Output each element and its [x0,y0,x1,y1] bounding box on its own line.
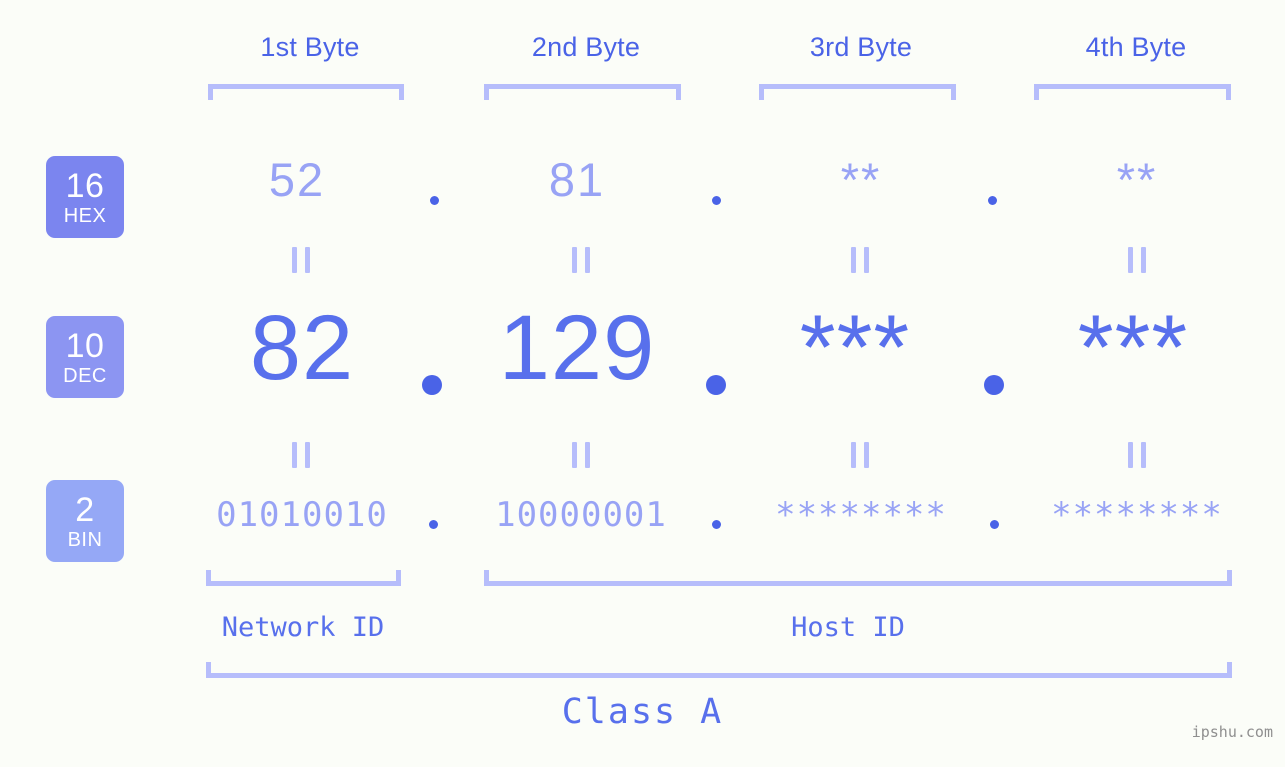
dec-separator-dot-3 [984,375,1004,395]
hex-separator-dot-3 [988,196,997,205]
equals-icon-hex-dec-2 [572,247,590,273]
dec-byte-3: *** [799,297,911,399]
host-id-bracket [484,570,1232,586]
network-id-label: Network ID [221,612,385,643]
bin-byte-3: ******** [775,495,947,535]
bin-byte-2: 10000001 [495,495,667,535]
byte-bracket-top-4 [1034,84,1231,100]
equals-icon-dec-bin-2 [572,442,590,468]
equals-icon-hex-dec-4 [1128,247,1146,273]
byte-header-1: 1st Byte [260,32,360,62]
radix-badge-bin-abbr: BIN [67,528,103,551]
byte-header-3: 3rd Byte [809,32,913,62]
dec-byte-2: 129 [498,297,656,399]
class-label: Class A [561,692,724,732]
equals-icon-hex-dec-1 [292,247,310,273]
byte-header-4: 4th Byte [1085,32,1187,62]
radix-badge-hex-abbr: HEX [63,204,107,227]
equals-icon-dec-bin-4 [1128,442,1146,468]
radix-badge-dec-number: 10 [65,326,105,365]
ip-breakdown-diagram: 1st Byte 2nd Byte 3rd Byte 4th Byte 16 H… [0,0,1285,767]
radix-badge-dec-abbr: DEC [63,364,107,387]
hex-byte-3: ** [840,153,882,206]
byte-bracket-top-3 [759,84,956,100]
dec-separator-dot-2 [706,375,726,395]
bin-byte-1: 01010010 [216,495,388,535]
radix-badge-hex-number: 16 [65,166,105,205]
equals-icon-hex-dec-3 [851,247,869,273]
radix-badge-bin-number: 2 [75,490,95,529]
radix-badge-dec: 10 DEC [46,316,124,398]
dec-byte-1: 82 [249,297,355,399]
hex-separator-dot-2 [712,196,721,205]
byte-header-2: 2nd Byte [531,32,641,62]
bin-separator-dot-2 [712,520,721,529]
equals-icon-dec-bin-3 [851,442,869,468]
dec-byte-4: *** [1077,297,1189,399]
bin-separator-dot-3 [990,520,999,529]
equals-icon-dec-bin-1 [292,442,310,468]
site-watermark: ipshu.com [1191,723,1273,741]
class-bracket [206,662,1232,678]
hex-byte-1: 52 [268,153,326,206]
hex-separator-dot-1 [430,196,439,205]
bin-byte-4: ******** [1051,495,1223,535]
network-id-bracket [206,570,401,586]
bin-separator-dot-1 [429,520,438,529]
radix-badge-hex: 16 HEX [46,156,124,238]
byte-bracket-top-2 [484,84,681,100]
host-id-label: Host ID [791,612,905,643]
byte-bracket-top-1 [208,84,404,100]
hex-byte-4: ** [1116,153,1158,206]
hex-byte-2: 81 [548,153,606,206]
dec-separator-dot-1 [422,375,442,395]
radix-badge-bin: 2 BIN [46,480,124,562]
